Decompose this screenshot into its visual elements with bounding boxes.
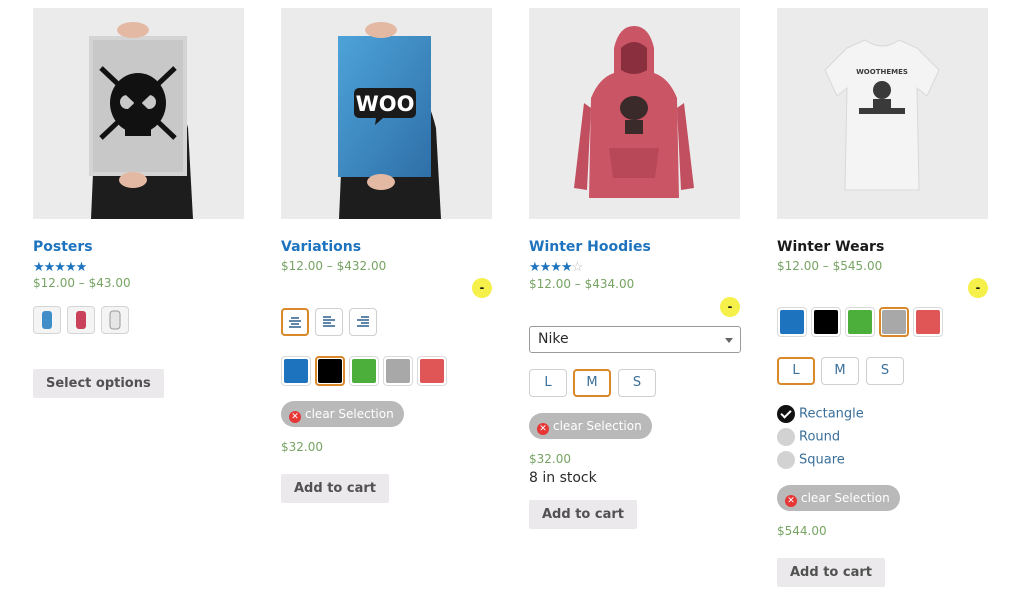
color-fill (352, 359, 376, 383)
add-to-cart-button[interactable]: Add to cart (777, 558, 885, 587)
tshirt-image: WOOTHEMES (777, 8, 988, 219)
product-image-posters[interactable] (33, 8, 244, 219)
shape-option-round[interactable]: Round (777, 428, 840, 446)
color-fill (318, 359, 342, 383)
product-card-winter-hoodies: Winter Hoodies ★★★★☆ $12.00 – $434.00 - … (529, 8, 741, 529)
hoodie-image (529, 8, 740, 219)
clear-selection-button[interactable]: ✕ clear Selection (777, 485, 900, 511)
color-swatch-blue[interactable] (281, 356, 311, 386)
price-range: $12.00 – $434.00 (529, 277, 635, 291)
align-center-icon (289, 317, 301, 328)
clear-selection-label: clear Selection (801, 491, 890, 505)
clear-selection-button[interactable]: ✕ clear Selection (529, 413, 652, 439)
rating-stars-filled: ★★★★ (529, 259, 573, 274)
shape-label: Round (799, 429, 841, 445)
product-title[interactable]: Winter Hoodies (529, 239, 651, 255)
clear-selection-label: clear Selection (305, 407, 394, 421)
poster-skull-image (33, 8, 244, 219)
color-swatch-gray[interactable] (879, 307, 909, 337)
radio-icon (777, 428, 795, 446)
checkmark-icon (777, 405, 795, 423)
align-left-button[interactable] (315, 308, 343, 336)
variation-price: $32.00 (281, 440, 323, 454)
size-option-l[interactable]: L (777, 357, 815, 385)
svg-text:WOOTHEMES: WOOTHEMES (856, 68, 908, 76)
color-swatch-blue[interactable] (777, 307, 807, 337)
color-fill (780, 310, 804, 334)
clear-selection-label: clear Selection (553, 419, 642, 433)
stock-status: 8 in stock (529, 470, 597, 486)
product-title[interactable]: Winter Wears (777, 239, 884, 255)
product-image-variations[interactable]: WOO (281, 8, 492, 219)
size-option-s[interactable]: S (866, 357, 904, 385)
size-option-s[interactable]: S (618, 369, 656, 397)
color-fill (386, 359, 410, 383)
price-range: $12.00 – $545.00 (777, 259, 883, 273)
size-option-l[interactable]: L (529, 369, 567, 397)
price-range: $12.00 – $43.00 (33, 276, 131, 290)
color-swatch-green[interactable] (845, 307, 875, 337)
rating-stars-filled: ★★★★★ (33, 259, 87, 274)
shape-label: Square (799, 452, 845, 468)
close-icon: ✕ (289, 411, 301, 423)
add-to-cart-button[interactable]: Add to cart (281, 474, 389, 503)
align-left-icon (323, 316, 335, 327)
rating-stars: ★★★★☆ (529, 259, 584, 274)
variation-thumb-3[interactable] (101, 306, 129, 334)
variation-price: $544.00 (777, 524, 827, 538)
align-right-icon (357, 316, 369, 327)
hoodie-white-icon (109, 310, 121, 330)
poster-woo-image: WOO (281, 8, 492, 219)
color-swatch-gray[interactable] (383, 356, 413, 386)
product-card-variations: WOO Variations $12.00 – $432.00 - ✕ clear… (281, 8, 493, 503)
shape-option-rectangle[interactable]: Rectangle (777, 405, 864, 423)
close-icon: ✕ (785, 495, 797, 507)
hoodie-red-icon (76, 311, 86, 329)
align-center-button[interactable] (281, 308, 309, 336)
radio-icon (777, 451, 795, 469)
variation-thumb-1[interactable] (33, 306, 61, 334)
product-title[interactable]: Posters (33, 239, 93, 255)
color-swatch-red[interactable] (913, 307, 943, 337)
sale-badge: - (720, 297, 740, 317)
product-title[interactable]: Variations (281, 239, 361, 255)
color-swatch-red[interactable] (417, 356, 447, 386)
rating-stars-empty: ☆ (571, 259, 584, 274)
chevron-down-icon (725, 338, 733, 343)
rating-stars: ★★★★★ (33, 259, 87, 274)
brand-select-value: Nike (538, 331, 569, 347)
close-icon: ✕ (537, 423, 549, 435)
variation-thumb-2[interactable] (67, 306, 95, 334)
color-fill (848, 310, 872, 334)
shape-label: Rectangle (799, 406, 864, 422)
color-swatch-black[interactable] (315, 356, 345, 386)
size-option-m[interactable]: M (573, 369, 611, 397)
svg-text:WOO: WOO (356, 92, 415, 116)
shape-option-square[interactable]: Square (777, 451, 845, 469)
product-card-posters: Posters ★★★★★ $12.00 – $43.00 Select opt… (33, 8, 245, 398)
color-fill (882, 310, 906, 334)
color-swatch-black[interactable] (811, 307, 841, 337)
select-options-button[interactable]: Select options (33, 369, 164, 398)
color-fill (814, 310, 838, 334)
variation-price: $32.00 (529, 452, 571, 466)
color-fill (916, 310, 940, 334)
sale-badge: - (472, 278, 492, 298)
product-image-winter-wears[interactable]: WOOTHEMES (777, 8, 988, 219)
color-swatch-green[interactable] (349, 356, 379, 386)
product-card-winter-wears: WOOTHEMES Winter Wears $12.00 – $545.00 … (777, 8, 989, 587)
color-fill (284, 359, 308, 383)
color-fill (420, 359, 444, 383)
sale-badge: - (968, 278, 988, 298)
product-image-winter-hoodies[interactable] (529, 8, 740, 219)
clear-selection-button[interactable]: ✕ clear Selection (281, 401, 404, 427)
add-to-cart-button[interactable]: Add to cart (529, 500, 637, 529)
brand-select[interactable]: Nike (529, 326, 741, 353)
align-right-button[interactable] (349, 308, 377, 336)
price-range: $12.00 – $432.00 (281, 259, 387, 273)
hoodie-blue-icon (42, 311, 52, 329)
size-option-m[interactable]: M (821, 357, 859, 385)
